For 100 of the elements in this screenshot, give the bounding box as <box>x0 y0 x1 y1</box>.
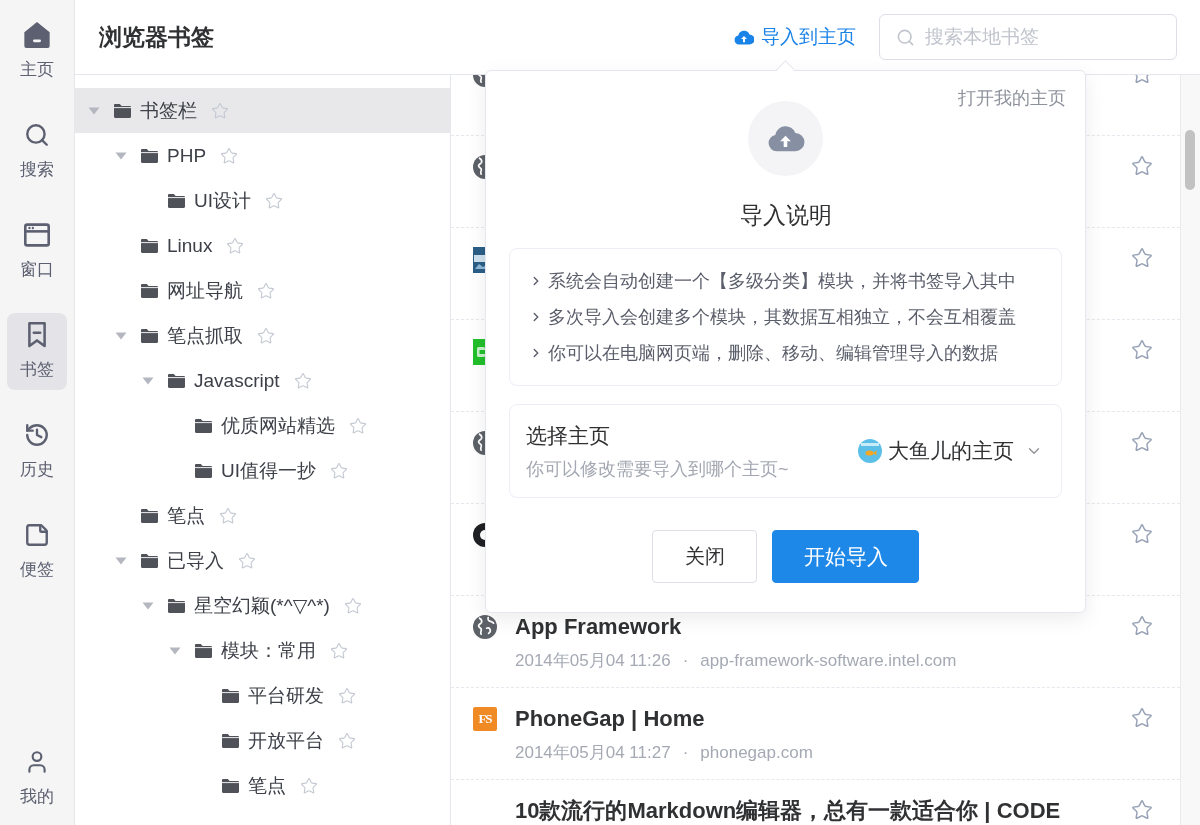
tree-item[interactable]: 笔点 <box>75 493 450 538</box>
caret-icon[interactable] <box>115 556 127 565</box>
search-icon <box>24 122 50 148</box>
nav-item[interactable]: 搜索 <box>7 113 67 190</box>
star-icon[interactable] <box>1131 615 1153 637</box>
folder-icon <box>168 193 185 208</box>
tree-item[interactable]: 笔点抓取 <box>75 313 450 358</box>
tree-item[interactable]: 优质网站精选 <box>75 403 450 448</box>
bookmark-domain: app-framework-software.intel.com <box>700 651 957 671</box>
bookmark-title[interactable]: App Framework <box>515 615 682 639</box>
star-icon[interactable] <box>238 551 256 570</box>
folder-icon <box>222 778 239 793</box>
home-icon <box>24 22 50 48</box>
star-icon[interactable] <box>330 641 348 660</box>
import-to-homepage-link[interactable]: 导入到主页 <box>734 24 856 50</box>
scrollbar-thumb[interactable] <box>1185 130 1195 190</box>
tree-item[interactable]: Javascript <box>75 358 450 403</box>
tree-item[interactable]: 开放平台 <box>75 718 450 763</box>
folder-icon <box>141 238 158 253</box>
folder-icon <box>195 463 212 478</box>
caret-icon[interactable] <box>115 331 127 340</box>
star-icon[interactable] <box>211 101 229 120</box>
tree-item[interactable]: 星空幻颖(*^▽^*) <box>75 583 450 628</box>
tree-item[interactable]: 笔点 <box>75 763 450 808</box>
site-logo: FS <box>473 707 497 731</box>
import-note: 系统会自动创建一个【多级分类】模块，并将书签导入其中 <box>548 270 1016 293</box>
nav-item[interactable]: 我的 <box>7 740 67 817</box>
photo-icon <box>473 247 485 273</box>
caret-icon[interactable] <box>142 376 154 385</box>
meta-separator: · <box>682 651 689 671</box>
search-icon <box>896 28 915 47</box>
tree-item[interactable]: UI设计 <box>75 178 450 223</box>
tree-item[interactable]: Linux <box>75 223 450 268</box>
star-icon[interactable] <box>257 281 275 300</box>
folder-icon <box>168 373 185 388</box>
star-icon[interactable] <box>1131 155 1153 177</box>
star-icon[interactable] <box>220 146 239 165</box>
folder-icon <box>195 418 212 433</box>
bookmark-date: 2014年05月04 11:27 <box>515 743 671 763</box>
folder-icon <box>141 553 158 568</box>
tree-item[interactable]: PHP <box>75 133 450 178</box>
tree-item[interactable]: 已导入 <box>75 538 450 583</box>
nav-item[interactable]: 主页 <box>7 13 67 90</box>
bookmark-title[interactable]: 10款流行的Markdown编辑器，总有一款适合你 | CODE <box>515 799 1061 823</box>
sticky-note-icon <box>24 522 50 548</box>
folder-icon <box>114 103 131 118</box>
star-icon[interactable] <box>1131 431 1153 453</box>
nav-item[interactable]: 便签 <box>7 513 67 590</box>
caret-icon[interactable] <box>115 151 127 160</box>
star-icon[interactable] <box>219 506 237 525</box>
folder-icon <box>141 148 158 163</box>
folder-icon <box>222 688 239 703</box>
bookmark-domain: phonegap.com <box>700 743 813 763</box>
star-icon[interactable] <box>338 686 356 705</box>
tree-item[interactable]: UI值得一抄 <box>75 448 450 493</box>
nav-item[interactable]: 历史 <box>7 413 67 490</box>
caret-icon[interactable] <box>142 601 154 610</box>
star-icon[interactable] <box>1131 523 1153 545</box>
folder-icon <box>141 283 158 298</box>
star-icon[interactable] <box>338 731 356 750</box>
select-homepage-hint: 你可以修改需要导入到哪个主页~ <box>526 457 789 480</box>
upload-cloud-icon <box>748 101 823 176</box>
square-logo-icon <box>473 339 485 365</box>
star-icon[interactable] <box>300 776 318 795</box>
folder-icon <box>141 508 158 523</box>
page-title: 浏览器书签 <box>99 23 215 52</box>
import-instructions-title: 导入说明 <box>739 201 832 229</box>
tree-item[interactable]: 网址导航 <box>75 268 450 313</box>
select-homepage-label: 选择主页 <box>526 422 611 449</box>
history-icon <box>24 422 50 448</box>
close-button[interactable]: 关闭 <box>652 530 757 583</box>
homepage-dropdown[interactable]: 大鱼儿的主页 <box>858 437 1043 465</box>
tree-item[interactable]: 模块：常用 <box>75 628 450 673</box>
fishbowl-icon <box>858 439 882 463</box>
star-icon[interactable] <box>1131 247 1153 269</box>
tree-item[interactable]: 书签栏 <box>75 88 450 133</box>
search-field[interactable]: 搜索本地书签 <box>879 14 1177 60</box>
tree-item[interactable]: 平台研发 <box>75 673 450 718</box>
star-icon[interactable] <box>293 371 312 390</box>
star-icon[interactable] <box>257 326 275 345</box>
star-icon[interactable] <box>1131 707 1153 729</box>
bookmark-title[interactable]: PhoneGap | Home <box>515 707 705 731</box>
window-icon <box>24 222 50 248</box>
star-icon[interactable] <box>1131 339 1153 361</box>
star-icon[interactable] <box>265 191 283 210</box>
folder-icon <box>141 328 158 343</box>
caret-icon[interactable] <box>88 106 100 115</box>
star-icon[interactable] <box>349 416 367 435</box>
star-icon[interactable] <box>330 461 348 480</box>
import-note: 你可以在电脑网页端，删除、移动、编辑管理导入的数据 <box>548 342 998 365</box>
star-icon[interactable] <box>343 596 362 615</box>
star-icon[interactable] <box>226 236 245 255</box>
nav-item[interactable]: 窗口 <box>7 213 67 290</box>
nav-item[interactable]: 书签 <box>7 313 67 390</box>
start-import-button[interactable]: 开始导入 <box>772 530 919 583</box>
meta-separator: · <box>682 743 689 763</box>
star-icon[interactable] <box>1131 799 1153 821</box>
folder-icon <box>168 598 185 613</box>
import-note: 多次导入会创建多个模块，其数据互相独立，不会互相覆盖 <box>548 306 1016 329</box>
caret-icon[interactable] <box>169 646 181 655</box>
